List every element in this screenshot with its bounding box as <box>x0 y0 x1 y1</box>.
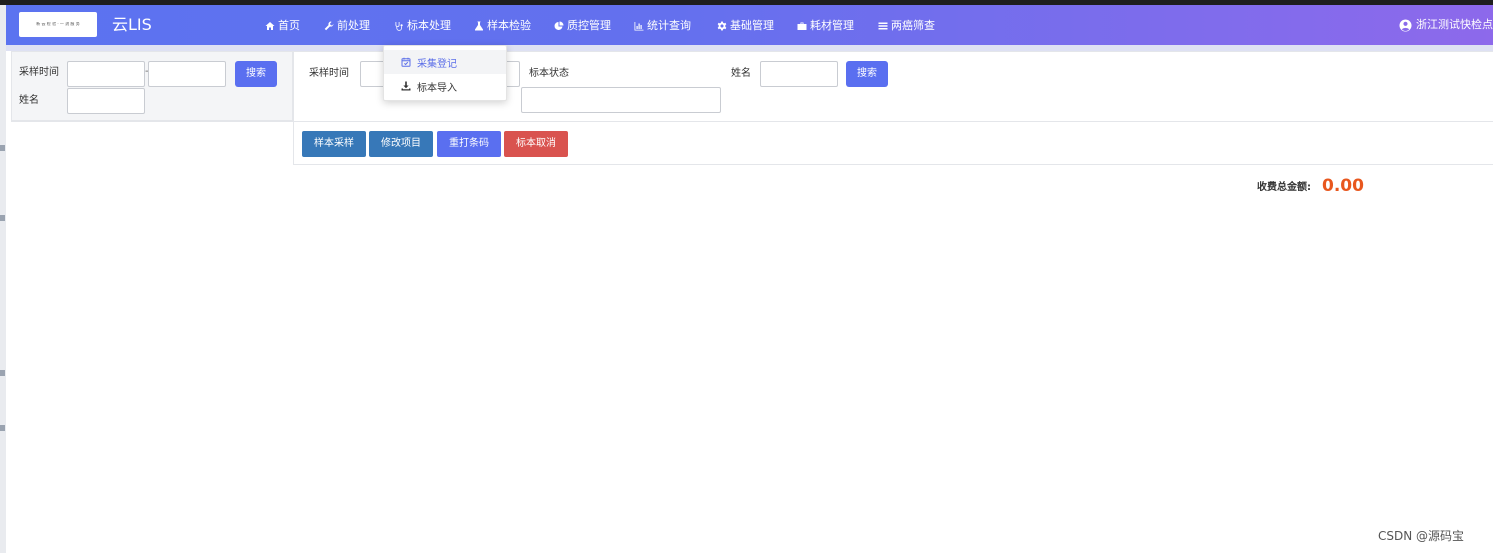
edge-tick <box>0 145 5 151</box>
left-sample-time-start[interactable] <box>67 61 145 87</box>
nav-label: 标本处理 <box>407 19 451 32</box>
list-icon <box>878 22 888 30</box>
right-search-button[interactable]: 搜索 <box>846 61 888 87</box>
nav-statistics[interactable]: 统计查询 <box>634 18 691 34</box>
wrench-icon <box>324 21 334 31</box>
left-sample-time-end[interactable] <box>148 61 226 87</box>
gear-icon <box>717 21 727 31</box>
menu-item-label: 标本导入 <box>417 82 457 94</box>
nav-preprocess[interactable]: 前处理 <box>324 18 370 34</box>
left-search-button[interactable]: 搜索 <box>235 61 277 87</box>
total-fee-value: 0.00 <box>1322 176 1364 196</box>
nav-label: 两癌筛查 <box>891 19 935 32</box>
edge-tick <box>0 215 5 221</box>
nav-label: 质控管理 <box>567 19 611 32</box>
nav-label: 基础管理 <box>730 19 774 32</box>
brand-title[interactable]: 云LIS <box>112 15 152 35</box>
specimen-status-input[interactable] <box>521 87 721 113</box>
user-name: 浙江测试快检点 <box>1416 18 1493 31</box>
edge-tick <box>0 425 5 431</box>
specimen-dropdown-menu: 采集登记 标本导入 <box>383 45 507 101</box>
menu-item-label: 采集登记 <box>417 58 457 70</box>
flask-icon <box>475 21 483 31</box>
nav-label: 前处理 <box>337 19 370 32</box>
left-panel-divider <box>11 121 293 122</box>
right-name-input[interactable] <box>760 61 838 87</box>
modify-items-button[interactable]: 修改项目 <box>369 131 433 157</box>
menu-item-specimen-import[interactable]: 标本导入 <box>384 74 506 98</box>
home-icon <box>265 22 275 30</box>
right-name-label: 姓名 <box>731 68 751 79</box>
logo-text: 新 云 检 验 · 一 流 服 务 <box>36 22 80 26</box>
edge-tick <box>0 370 5 376</box>
calendar-check-icon <box>401 57 411 67</box>
left-name-input[interactable] <box>67 88 145 114</box>
total-fee-label: 收费总金额: <box>1257 182 1311 193</box>
nav-label: 耗材管理 <box>810 19 854 32</box>
left-edge-strip <box>0 5 6 553</box>
menu-item-collect-register[interactable]: 采集登记 <box>384 50 506 74</box>
pie-chart-icon <box>554 21 564 30</box>
reprint-barcode-button[interactable]: 重打条码 <box>437 131 501 157</box>
download-icon <box>401 81 411 91</box>
nav-basic[interactable]: 基础管理 <box>717 18 774 34</box>
nav-home[interactable]: 首页 <box>265 18 300 34</box>
nav-cancer-screening[interactable]: 两癌筛查 <box>878 18 935 34</box>
briefcase-icon <box>797 22 807 30</box>
csdn-watermark: CSDN @源码宝 <box>1378 529 1465 543</box>
nav-qc[interactable]: 质控管理 <box>554 18 611 34</box>
nav-label: 首页 <box>278 19 300 32</box>
right-sample-time-label: 采样时间 <box>309 68 349 79</box>
nav-label: 样本检验 <box>487 19 531 32</box>
stethoscope-icon <box>395 22 403 31</box>
user-circle-icon <box>1399 18 1412 32</box>
user-menu[interactable]: 浙江测试快检点 <box>1399 17 1493 33</box>
nav-consumables[interactable]: 耗材管理 <box>797 18 854 34</box>
logo[interactable]: 新 云 检 验 · 一 流 服 务 <box>19 12 97 37</box>
top-navbar: 新 云 检 验 · 一 流 服 务 云LIS 首页 前处理 标本处理 样本检验 … <box>6 5 1493 45</box>
nav-label: 统计查询 <box>647 19 691 32</box>
specimen-status-label: 标本状态 <box>529 68 569 79</box>
left-sample-time-label: 采样时间 <box>19 67 59 78</box>
nav-specimen[interactable]: 标本处理 <box>394 18 451 34</box>
nav-inspection[interactable]: 样本检验 <box>474 18 531 34</box>
bar-chart-icon <box>634 22 644 31</box>
cancel-specimen-button[interactable]: 标本取消 <box>504 131 568 157</box>
left-name-label: 姓名 <box>19 95 39 106</box>
sample-collect-button[interactable]: 样本采样 <box>302 131 366 157</box>
